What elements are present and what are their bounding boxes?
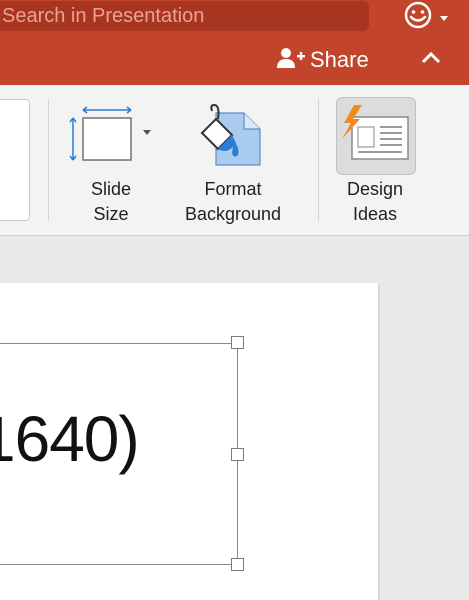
ribbon: Slide Size Format Background Design Idea… [0,85,469,236]
format-background-label: Format Background [184,179,282,224]
collapse-ribbon-chevron-up-icon[interactable] [420,49,442,70]
share-button[interactable]: Share [276,45,369,75]
format-background-paint-bucket-icon [198,103,268,174]
resize-handle-middle-right[interactable] [231,448,244,461]
ribbon-previous-control[interactable] [0,99,30,221]
slide-size-label: Slide Size [90,179,132,224]
share-label: Share [310,47,369,72]
add-person-icon [276,46,306,75]
ribbon-separator [318,99,319,221]
slide-size-icon [66,105,158,170]
resize-handle-bottom-right[interactable] [231,558,244,571]
selected-text-box[interactable] [0,343,238,565]
search-input[interactable]: Search in Presentation [0,1,369,31]
design-ideas-label: Design Ideas [346,179,404,224]
feedback-smiley-icon[interactable] [401,0,435,32]
title-bar: Search in Presentation [0,0,469,33]
feedback-dropdown-icon[interactable] [439,10,449,28]
share-bar: Share [0,33,469,85]
design-ideas-icon [340,105,410,168]
ribbon-separator [48,99,49,221]
resize-handle-top-right[interactable] [231,336,244,349]
